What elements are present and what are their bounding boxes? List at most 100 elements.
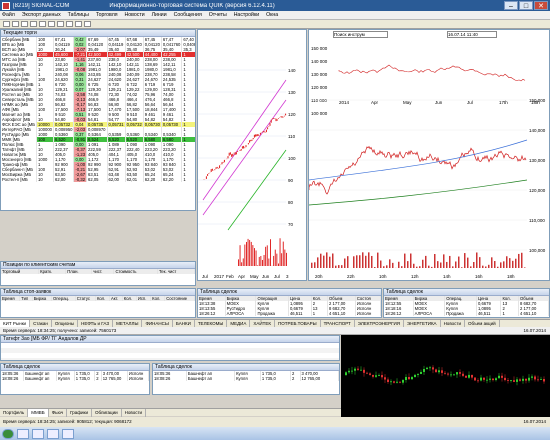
toolbar-chart-icon[interactable] (48, 21, 55, 27)
bottom-tab-3[interactable]: Графики (67, 408, 92, 417)
column-header[interactable]: Тек. чист (157, 269, 195, 274)
bottom-tab-1[interactable]: ММВБ (28, 408, 49, 417)
column-header[interactable]: Операц. (51, 296, 76, 301)
lower-workspace: Татнфт 3ао [МБ ФР/ ТГ Андалов ДР Таблица… (0, 335, 550, 419)
minimize-button[interactable]: – (504, 1, 518, 10)
menu-item-1[interactable]: Экспорт данных (22, 12, 61, 18)
column-header[interactable]: Акт. (109, 296, 123, 301)
table-row[interactable]: 18:26:12 АЛРОСА Продажа 46,511 1 4 651,10 Испо… (198, 311, 381, 316)
menu-item-8[interactable]: Настройки (234, 12, 259, 18)
window-subtitle: Информационно-торговая система QUIK (вер… (109, 2, 275, 9)
toolbar-open-icon[interactable] (12, 21, 19, 27)
start-button[interactable] (2, 428, 14, 439)
x-tick-label: Jul (467, 100, 473, 105)
volume-bar (401, 266, 403, 268)
menu-item-6[interactable]: Сообщения (174, 12, 202, 18)
volume-bar (365, 255, 367, 268)
column-header[interactable]: Кол. (150, 296, 166, 301)
taskbar-explorer-icon[interactable] (17, 428, 29, 439)
volume-bar (416, 266, 418, 268)
candle-body (402, 380, 404, 383)
lower-quotes-panel: Татнфт 3ао [МБ ФР/ ТГ Андалов ДР (0, 335, 340, 361)
y-tick-label: 150 000 (311, 46, 328, 51)
table-cell: 2 (290, 376, 301, 381)
candle-body (483, 377, 485, 380)
table-row[interactable]: 18:08:26 Башнефт ап Купля 1 735,0 2 12 765,00… (1, 376, 149, 381)
column-header[interactable]: Время (1, 296, 21, 301)
volume-bar (338, 265, 340, 268)
bottom-tab-0[interactable]: Портфель (0, 408, 29, 417)
volume-bar (276, 253, 278, 266)
positions-title: Позиции по клиентским счетам (1, 262, 195, 269)
candle-body (519, 379, 521, 381)
table-cell: 62,20 (161, 177, 183, 182)
volume-bar (270, 239, 271, 266)
bottom-status-date: 16.07.2014 (523, 419, 546, 424)
candle-body (405, 377, 407, 381)
toolbar-orders-icon[interactable] (57, 21, 64, 27)
toolbar-save-icon[interactable] (21, 21, 28, 27)
volume-bar (389, 259, 391, 268)
menu-item-0[interactable]: Файл (2, 12, 15, 18)
column-header[interactable]: Состояние (164, 296, 195, 301)
candle-body (453, 374, 455, 376)
column-header[interactable]: Статус (75, 296, 96, 301)
volume-bar (464, 253, 466, 268)
volume-bar (383, 266, 385, 268)
table-row[interactable]: 18:08:26 Башнефт ап Купля 1 735,0 2 12 765,00 (153, 376, 339, 381)
volume-bar (335, 265, 337, 268)
menu-item-7[interactable]: Отчеты (209, 12, 227, 18)
y-tick-label: 140 000 (311, 59, 328, 64)
volume-bar (281, 253, 283, 266)
table-row[interactable]: 18:26:12 АЛРОСА Продажа 46,511 1 4 651,10 (384, 311, 549, 316)
column-header[interactable]: Торговый (1, 269, 40, 274)
toolbar-table-icon[interactable] (39, 21, 46, 27)
toolbar-news-icon[interactable] (75, 21, 82, 27)
toolbar-deals-icon[interactable] (66, 21, 73, 27)
bottom-tab-4[interactable]: Облигации (92, 408, 122, 417)
volume-bar (242, 258, 244, 266)
taskbar-media-icon[interactable] (47, 428, 59, 439)
volume-bar (488, 264, 490, 268)
taskbar-quik-icon[interactable] (62, 428, 74, 439)
menu-item-9[interactable]: Окна (266, 12, 278, 18)
column-header[interactable]: Кратк. (38, 269, 67, 274)
candle-body (441, 370, 443, 373)
price-chart-left: 140 130 120 110 100 90 80 70 Jul 2017 Feb Apr May Jun… (198, 68, 296, 279)
maximize-button[interactable]: □ (519, 1, 533, 10)
volume-bar (479, 257, 481, 268)
column-header[interactable]: Тип (19, 296, 33, 301)
y-tick-label: 70 (288, 222, 294, 227)
bottom-tab-5[interactable]: Новости (122, 408, 147, 417)
column-header[interactable]: Исп. (136, 296, 152, 301)
table-row[interactable]: Ростел-п [МБ 10 62,00 -0,32 62,05 62,00 62,01 6… (1, 177, 195, 182)
search-input[interactable]: Поиск инструм (333, 31, 388, 38)
toolbar-settings-icon[interactable] (84, 21, 91, 27)
candle-body (450, 374, 452, 376)
column-header[interactable]: Стоимость (113, 269, 158, 274)
toolbar-new-icon[interactable] (3, 21, 10, 27)
volume-bar (494, 261, 496, 268)
toolbar-print-icon[interactable] (30, 21, 37, 27)
bottom-tab-2[interactable]: Фьюч (49, 408, 68, 417)
column-header[interactable]: Кол. (95, 296, 110, 301)
table-cell: 0,05732 (125, 122, 144, 127)
column-header[interactable]: План. (65, 269, 93, 274)
date-input[interactable]: 16.07.14 11:40 (447, 31, 497, 38)
menu-item-4[interactable]: Новости (125, 12, 145, 18)
column-header[interactable]: Кол. (122, 296, 137, 301)
x-tick-label: Apr (238, 274, 246, 279)
table-cell: 0,05730 (143, 122, 162, 127)
menu-item-2[interactable]: Таблицы (68, 12, 89, 18)
column-header[interactable]: чист. (91, 269, 115, 274)
close-button[interactable]: ✕ (534, 1, 548, 10)
volume-bar (446, 261, 448, 268)
menu-item-3[interactable]: Торговля (96, 12, 118, 18)
taskbar-browser-icon[interactable] (32, 428, 44, 439)
bottom-tabs: Портфель ММВБ Фьюч Графики Облигации Новости (0, 408, 341, 417)
menu-item-5[interactable]: Линии (152, 12, 167, 18)
y-tick-label: 140 (288, 68, 296, 73)
column-header[interactable]: Биржа (32, 296, 53, 301)
volume-bar (326, 252, 328, 268)
candle-body (375, 375, 377, 377)
